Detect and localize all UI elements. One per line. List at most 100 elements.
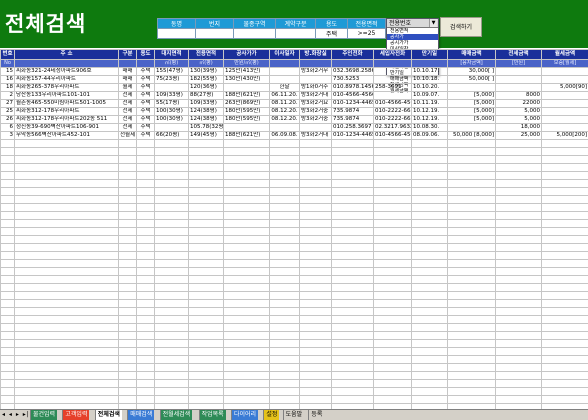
table-cell[interactable] — [188, 275, 224, 284]
table-cell[interactable] — [223, 283, 270, 292]
table-cell[interactable] — [299, 363, 332, 372]
table-cell[interactable] — [447, 347, 496, 356]
table-cell[interactable] — [223, 339, 270, 348]
empty-row[interactable] — [0, 379, 588, 388]
table-cell[interactable] — [269, 283, 300, 292]
table-cell[interactable] — [118, 155, 137, 164]
table-cell[interactable] — [154, 163, 189, 172]
table-cell[interactable] — [136, 243, 155, 252]
table-cell[interactable] — [14, 331, 119, 340]
table-cell[interactable] — [14, 139, 119, 148]
table-cell[interactable] — [14, 307, 119, 316]
table-cell[interactable]: 전세 — [118, 91, 137, 100]
table-cell[interactable] — [118, 275, 137, 284]
table-cell[interactable] — [136, 211, 155, 220]
column-header[interactable]: 번호 — [0, 49, 15, 60]
table-cell[interactable] — [188, 163, 224, 172]
table-cell[interactable]: 방3화2거대 — [299, 131, 332, 140]
table-cell[interactable]: 130(39평) — [188, 67, 224, 76]
table-cell[interactable]: 18,000 — [495, 123, 542, 132]
table-cell[interactable] — [331, 179, 374, 188]
table-cell[interactable] — [223, 83, 270, 92]
table-cell[interactable]: 주택 — [136, 91, 155, 100]
table-cell[interactable] — [154, 283, 189, 292]
table-cell[interactable] — [188, 171, 224, 180]
table-cell[interactable] — [541, 291, 588, 300]
table-cell[interactable] — [541, 139, 588, 148]
table-cell[interactable] — [118, 363, 137, 372]
table-cell[interactable] — [411, 307, 448, 316]
table-cell[interactable] — [136, 179, 155, 188]
table-cell[interactable] — [373, 347, 412, 356]
table-cell[interactable] — [495, 267, 542, 276]
table-cell[interactable] — [269, 267, 300, 276]
table-cell[interactable] — [136, 187, 155, 196]
empty-row[interactable] — [0, 219, 588, 228]
table-cell[interactable] — [269, 307, 300, 316]
table-cell[interactable] — [411, 323, 448, 332]
table-cell[interactable] — [447, 155, 496, 164]
table-cell[interactable] — [541, 99, 588, 108]
table-cell[interactable] — [331, 379, 374, 388]
table-cell[interactable] — [331, 267, 374, 276]
table-cell[interactable] — [411, 371, 448, 380]
table-cell[interactable] — [495, 171, 542, 180]
table-cell[interactable] — [118, 243, 137, 252]
table-cell[interactable]: 8000 — [495, 91, 542, 100]
table-cell[interactable] — [331, 339, 374, 348]
table-cell[interactable] — [411, 355, 448, 364]
sheet-tab[interactable]: 전월세검색 — [159, 410, 193, 420]
table-cell[interactable] — [154, 139, 189, 148]
table-cell[interactable] — [373, 259, 412, 268]
table-cell[interactable] — [136, 395, 155, 404]
table-cell[interactable] — [373, 379, 412, 388]
empty-row[interactable] — [0, 283, 588, 292]
table-cell[interactable] — [0, 179, 15, 188]
table-cell[interactable] — [136, 291, 155, 300]
empty-row[interactable] — [0, 371, 588, 380]
table-cell[interactable] — [299, 347, 332, 356]
filter-input-area[interactable]: >=25 — [347, 28, 386, 39]
table-cell[interactable] — [373, 147, 412, 156]
table-cell[interactable] — [136, 299, 155, 308]
table-cell[interactable] — [541, 379, 588, 388]
table-cell[interactable] — [0, 275, 15, 284]
table-cell[interactable] — [14, 387, 119, 396]
filter-input-dongmyeong[interactable] — [157, 28, 196, 39]
table-cell[interactable] — [154, 363, 189, 372]
table-cell[interactable] — [154, 275, 189, 284]
empty-row[interactable] — [0, 203, 588, 212]
table-cell[interactable] — [136, 379, 155, 388]
table-cell[interactable]: 매매 — [118, 75, 137, 84]
table-cell[interactable]: 010.258.3697 — [331, 123, 374, 132]
table-cell[interactable] — [136, 283, 155, 292]
table-cell[interactable]: 010-4566-4566 — [331, 91, 374, 100]
table-cell[interactable]: 155(47평) — [154, 67, 189, 76]
table-cell[interactable] — [495, 307, 542, 316]
table-cell[interactable] — [331, 371, 374, 380]
column-header[interactable]: ㎡(평) — [188, 59, 224, 68]
table-cell[interactable] — [0, 155, 15, 164]
table-cell[interactable] — [118, 259, 137, 268]
table-cell[interactable] — [495, 211, 542, 220]
table-cell[interactable]: 735.9874 — [331, 107, 374, 116]
table-cell[interactable] — [269, 371, 300, 380]
table-cell[interactable] — [269, 387, 300, 396]
table-cell[interactable]: 149(45평) — [188, 131, 224, 140]
table-cell[interactable]: 100(30평) — [154, 115, 189, 124]
table-cell[interactable] — [541, 107, 588, 116]
table-cell[interactable]: 120(36평) — [188, 83, 224, 92]
table-cell[interactable]: 010.8978.1456 — [331, 83, 374, 92]
table-cell[interactable] — [495, 243, 542, 252]
table-cell[interactable] — [411, 139, 448, 148]
table-cell[interactable] — [269, 291, 300, 300]
table-cell[interactable] — [373, 179, 412, 188]
table-cell[interactable]: 5,000 — [495, 115, 542, 124]
table-cell[interactable]: 30,000[ ] — [447, 67, 496, 76]
table-cell[interactable] — [223, 187, 270, 196]
table-cell[interactable] — [154, 235, 189, 244]
table-cell[interactable] — [495, 323, 542, 332]
table-cell[interactable] — [541, 211, 588, 220]
table-cell[interactable] — [541, 299, 588, 308]
table-cell[interactable] — [299, 371, 332, 380]
